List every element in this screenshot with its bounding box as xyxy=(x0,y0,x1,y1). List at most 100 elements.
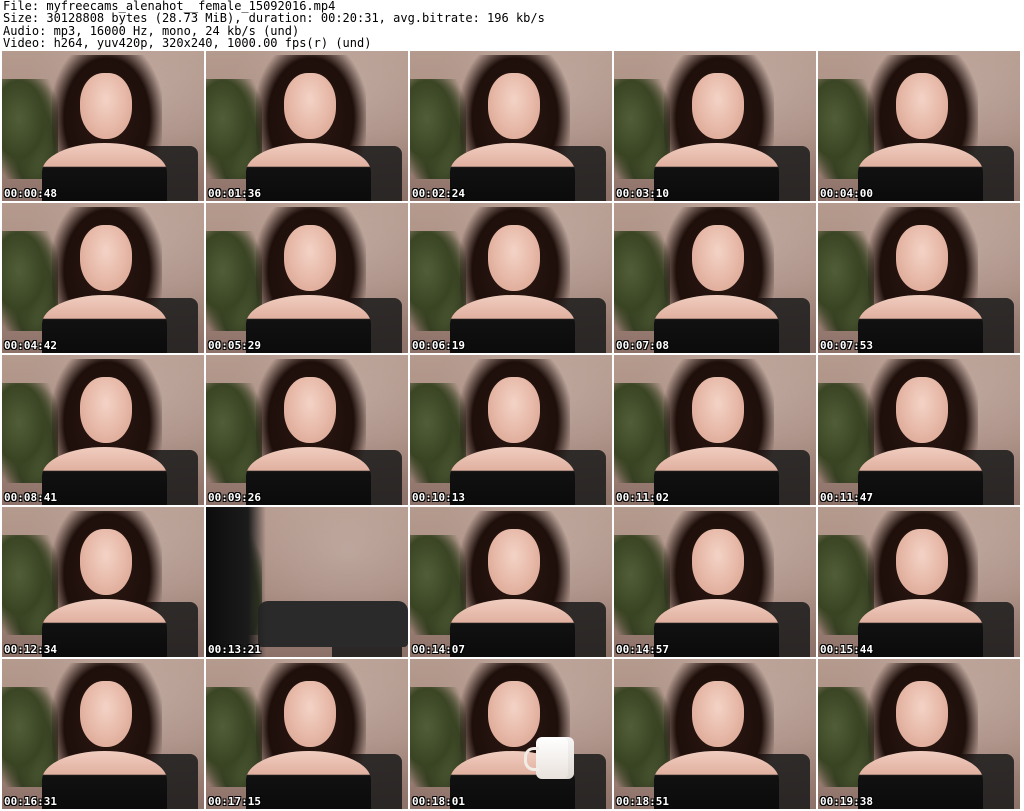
torso xyxy=(246,143,371,201)
torso xyxy=(42,599,167,657)
thumbnail-timestamp: 00:04:00 xyxy=(820,187,873,200)
torso xyxy=(42,143,167,201)
thumbnail-timestamp: 00:16:31 xyxy=(4,795,57,808)
thumbnail-frame: 00:03:10 xyxy=(614,51,816,201)
face xyxy=(692,225,744,291)
torso xyxy=(42,447,167,505)
thumbnail-timestamp: 00:17:15 xyxy=(208,795,261,808)
thumbnail-frame: 00:18:51 xyxy=(614,659,816,809)
face xyxy=(896,225,948,291)
face xyxy=(896,73,948,139)
thumbnail-timestamp: 00:07:53 xyxy=(820,339,873,352)
thumbnail-frame: 00:11:02 xyxy=(614,355,816,505)
thumbnail-frame: 00:17:15 xyxy=(206,659,408,809)
thumbnail-timestamp: 00:07:08 xyxy=(616,339,669,352)
torso xyxy=(858,599,983,657)
thumbnail-frame: 00:01:36 xyxy=(206,51,408,201)
thumbnail-frame: 00:14:07 xyxy=(410,507,612,657)
thumbnail-timestamp: 00:19:38 xyxy=(820,795,873,808)
thumbnail-frame: 00:00:48 xyxy=(2,51,204,201)
thumbnail-frame: 00:10:13 xyxy=(410,355,612,505)
torso xyxy=(450,447,575,505)
face xyxy=(896,377,948,443)
face xyxy=(284,377,336,443)
thumbnail-timestamp: 00:14:57 xyxy=(616,643,669,656)
thumbnail-frame: 00:14:57 xyxy=(614,507,816,657)
face xyxy=(284,73,336,139)
file-size-line: Size: 30128808 bytes (28.73 MiB), durati… xyxy=(3,11,545,26)
thumbnail-timestamp: 00:11:02 xyxy=(616,491,669,504)
thumbnail-frame: 00:07:08 xyxy=(614,203,816,353)
face xyxy=(488,681,540,747)
thumbnail-timestamp: 00:06:19 xyxy=(412,339,465,352)
thumbnail-timestamp: 00:15:44 xyxy=(820,643,873,656)
face xyxy=(80,377,132,443)
thumbnail-timestamp: 00:02:24 xyxy=(412,187,465,200)
thumbnail-frame: 00:11:47 xyxy=(818,355,1020,505)
torso xyxy=(654,599,779,657)
torso xyxy=(450,599,575,657)
thumbnail-frame: 00:02:24 xyxy=(410,51,612,201)
face xyxy=(488,377,540,443)
face xyxy=(488,73,540,139)
face xyxy=(80,73,132,139)
torso xyxy=(654,447,779,505)
face xyxy=(896,681,948,747)
mug xyxy=(524,737,574,779)
thumbnail-timestamp: 00:13:21 xyxy=(208,643,261,656)
face xyxy=(692,681,744,747)
torso xyxy=(450,295,575,353)
thumbnail-frame: 00:16:31 xyxy=(2,659,204,809)
torso xyxy=(42,295,167,353)
thumbnail-frame: 00:05:29 xyxy=(206,203,408,353)
thumbnail-timestamp: 00:00:48 xyxy=(4,187,57,200)
thumbnail-timestamp: 00:18:01 xyxy=(412,795,465,808)
face xyxy=(80,529,132,595)
thumbnail-grid: 00:00:48 00:01:36 00:02:24 00:03:10 00:04:00… xyxy=(0,51,1024,811)
thumbnail-frame: 00:06:19 xyxy=(410,203,612,353)
thumbnail-frame: 00:07:53 xyxy=(818,203,1020,353)
thumbnail-frame: 00:15:44 xyxy=(818,507,1020,657)
thumbnail-timestamp: 00:08:41 xyxy=(4,491,57,504)
person-silhouette xyxy=(206,507,266,657)
thumbnail-timestamp: 00:10:13 xyxy=(412,491,465,504)
torso xyxy=(858,447,983,505)
torso xyxy=(450,143,575,201)
face xyxy=(692,377,744,443)
thumbnail-timestamp: 00:12:34 xyxy=(4,643,57,656)
torso xyxy=(246,295,371,353)
file-info-header: File: myfreecams_alenahot__female_150920… xyxy=(3,0,1021,50)
thumbnail-timestamp: 00:11:47 xyxy=(820,491,873,504)
thumbnail-frame: 00:04:00 xyxy=(818,51,1020,201)
face xyxy=(896,529,948,595)
face xyxy=(284,225,336,291)
thumbnail-frame: 00:19:38 xyxy=(818,659,1020,809)
video-info-line: Video: h264, yuv420p, 320x240, 1000.00 f… xyxy=(3,35,372,50)
face xyxy=(692,529,744,595)
face xyxy=(80,225,132,291)
thumbnail-timestamp: 00:18:51 xyxy=(616,795,669,808)
thumbnail-timestamp: 00:14:07 xyxy=(412,643,465,656)
thumbnail-frame: 00:08:41 xyxy=(2,355,204,505)
face xyxy=(80,681,132,747)
torso xyxy=(858,143,983,201)
torso xyxy=(654,143,779,201)
thumbnail-timestamp: 00:03:10 xyxy=(616,187,669,200)
torso xyxy=(246,447,371,505)
torso xyxy=(858,751,983,809)
torso xyxy=(654,295,779,353)
sofa xyxy=(258,601,408,647)
thumbnail-timestamp: 00:05:29 xyxy=(208,339,261,352)
face xyxy=(692,73,744,139)
face xyxy=(488,529,540,595)
thumbnail-frame: 00:12:34 xyxy=(2,507,204,657)
thumbnail-frame: 00:09:26 xyxy=(206,355,408,505)
thumbnail-timestamp: 00:04:42 xyxy=(4,339,57,352)
thumbnail-frame: 00:18:01 xyxy=(410,659,612,809)
face xyxy=(488,225,540,291)
torso xyxy=(246,751,371,809)
thumbnail-timestamp: 00:01:36 xyxy=(208,187,261,200)
thumbnail-frame: 00:04:42 xyxy=(2,203,204,353)
torso xyxy=(858,295,983,353)
face xyxy=(284,681,336,747)
